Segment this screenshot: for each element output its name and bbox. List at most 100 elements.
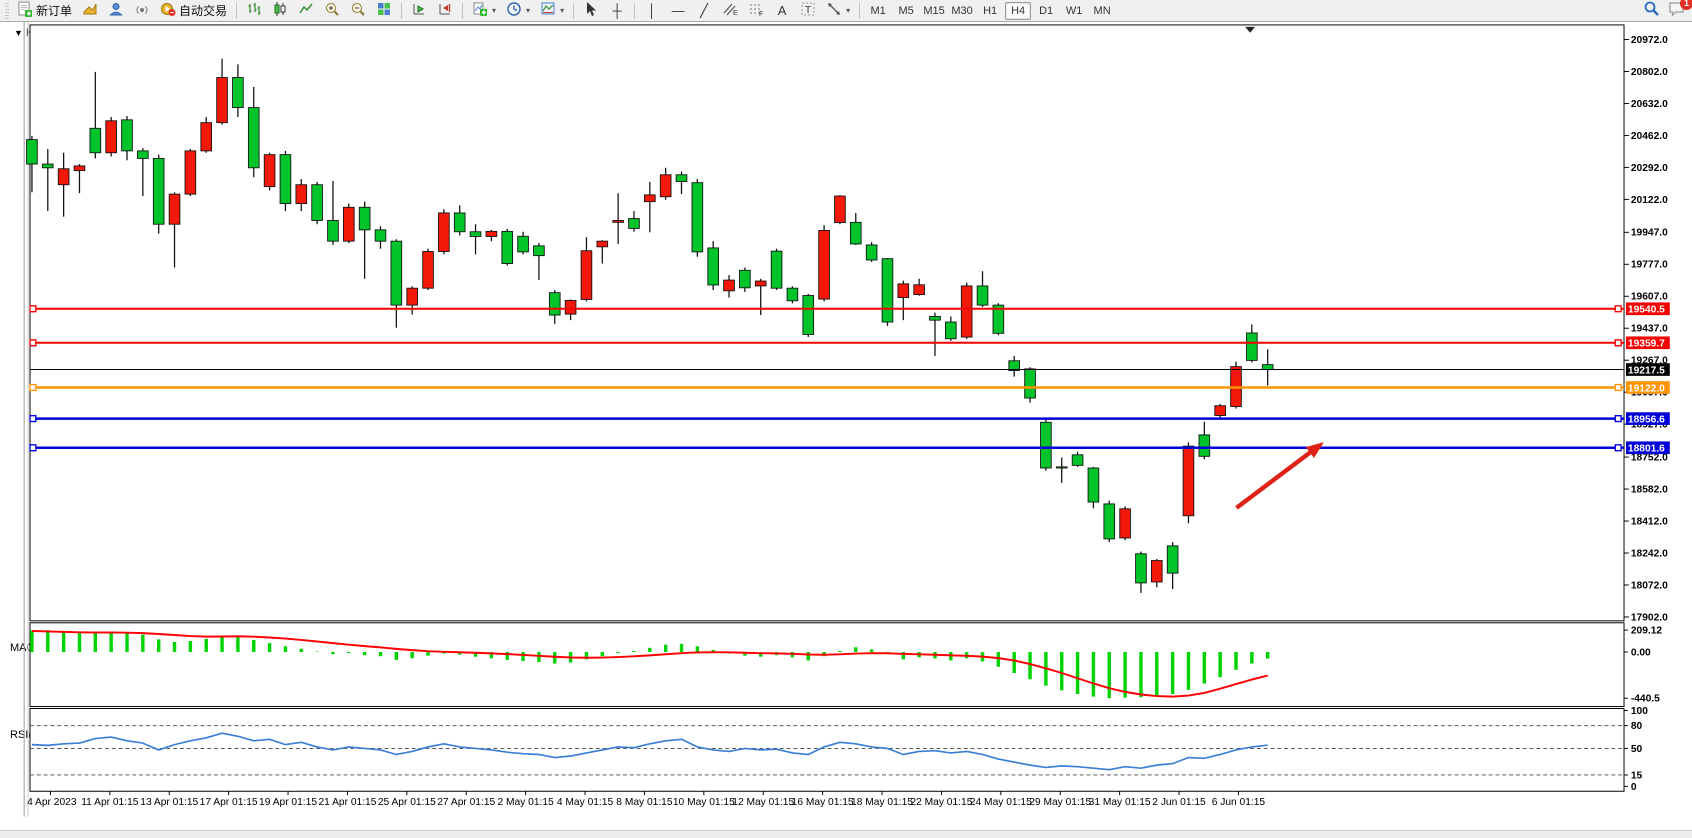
candle-body[interactable] (296, 185, 307, 204)
crosshair-tool-button[interactable]: ┼ (604, 1, 630, 21)
new-order-button[interactable]: 新订单 (12, 1, 77, 21)
candle-body[interactable] (1041, 422, 1052, 468)
candle-body[interactable] (1088, 468, 1099, 502)
candle-body[interactable] (1072, 455, 1083, 466)
hline-anchor[interactable] (1615, 340, 1621, 346)
timeframe-button-h4[interactable]: H4 (1005, 2, 1031, 20)
candle-body[interactable] (724, 280, 735, 291)
candle-body[interactable] (312, 185, 323, 221)
candle-body[interactable] (914, 285, 925, 295)
candle-body[interactable] (581, 251, 592, 300)
channel-tool-button[interactable]: E (717, 1, 743, 21)
candle-body[interactable] (1120, 509, 1131, 538)
candle-body[interactable] (597, 241, 608, 247)
candle-body[interactable] (502, 231, 513, 263)
timeframe-button-w1[interactable]: W1 (1061, 2, 1087, 20)
candle-body[interactable] (423, 252, 434, 289)
candle-body[interactable] (280, 155, 291, 204)
bar-chart-mode-button[interactable] (241, 1, 267, 21)
candle-body[interactable] (676, 175, 687, 182)
timeframe-button-d1[interactable]: D1 (1033, 2, 1059, 20)
hline-anchor[interactable] (30, 445, 36, 451)
candle-body[interactable] (248, 108, 259, 168)
candle-body[interactable] (850, 222, 861, 244)
text-tool-button[interactable]: A (769, 1, 795, 21)
candle-body[interactable] (945, 322, 956, 339)
timeframe-button-mn[interactable]: MN (1089, 2, 1115, 20)
candle-body[interactable] (122, 120, 133, 151)
candle-body[interactable] (1025, 369, 1036, 398)
cursor-tool-button[interactable] (578, 1, 604, 21)
chart-shift-button[interactable] (406, 1, 432, 21)
profile-button[interactable] (103, 1, 129, 21)
candle-body[interactable] (1056, 467, 1067, 468)
indicators-button[interactable]: ▾ (467, 1, 501, 21)
candle-body[interactable] (407, 288, 418, 305)
candle-body[interactable] (343, 207, 354, 241)
candle-body[interactable] (755, 281, 766, 286)
candle-body[interactable] (90, 128, 101, 152)
candle-body[interactable] (977, 286, 988, 305)
candle-body[interactable] (58, 169, 69, 185)
timeframe-button-m1[interactable]: M1 (865, 2, 891, 20)
candle-body[interactable] (486, 231, 497, 236)
candle-body[interactable] (42, 164, 53, 168)
auto-scroll-button[interactable] (432, 1, 458, 21)
hline-anchor[interactable] (30, 340, 36, 346)
candle-body[interactable] (534, 246, 545, 256)
candle-body[interactable] (866, 245, 877, 260)
candle-body[interactable] (613, 220, 624, 222)
arrows-tool-button[interactable]: ▾ (821, 1, 855, 21)
candle-body[interactable] (898, 284, 909, 298)
hline-anchor[interactable] (1615, 306, 1621, 312)
timeframe-button-m15[interactable]: M15 (921, 2, 947, 20)
candle-body[interactable] (454, 213, 465, 232)
candle-body[interactable] (328, 220, 339, 241)
candle-body[interactable] (375, 230, 386, 241)
candle-body[interactable] (439, 213, 450, 252)
candle-body[interactable] (660, 175, 671, 197)
candle-body[interactable] (882, 259, 893, 322)
candle-body[interactable] (565, 300, 576, 314)
candle-body[interactable] (787, 288, 798, 301)
auto-trading-button[interactable]: 自动交易 (155, 1, 232, 21)
candle-body[interactable] (1167, 546, 1178, 573)
chart-canvas[interactable]: 20972.020802.020632.020462.020292.020122… (0, 22, 1692, 838)
candle-body[interactable] (264, 155, 275, 187)
candle-body[interactable] (1151, 561, 1162, 582)
candle-body[interactable] (644, 195, 655, 202)
candle-body[interactable] (137, 151, 148, 159)
trendline-tool-button[interactable]: ╱ (691, 1, 717, 21)
candle-body[interactable] (233, 78, 244, 108)
candle-body[interactable] (1199, 435, 1210, 456)
candle-body[interactable] (106, 121, 117, 153)
candle-body[interactable] (930, 316, 941, 320)
candle-body[interactable] (708, 248, 719, 285)
horizontal-line-tool-button[interactable]: — (665, 1, 691, 21)
text-label-tool-button[interactable]: T (795, 1, 821, 21)
candle-body[interactable] (803, 296, 814, 335)
hline-anchor[interactable] (30, 385, 36, 391)
candle-body[interactable] (1183, 446, 1194, 516)
timeframe-button-h1[interactable]: H1 (977, 2, 1003, 20)
candle-body[interactable] (1104, 504, 1115, 539)
timeframe-button-m5[interactable]: M5 (893, 2, 919, 20)
candle-body[interactable] (835, 196, 846, 223)
candle-body[interactable] (74, 166, 85, 171)
candle-body[interactable] (692, 183, 703, 252)
hline-anchor[interactable] (1615, 416, 1621, 422)
zoom-in-button[interactable] (319, 1, 345, 21)
tile-windows-button[interactable] (371, 1, 397, 21)
candle-body[interactable] (1215, 406, 1226, 416)
candle-body[interactable] (518, 236, 529, 252)
candle-body[interactable] (391, 241, 402, 305)
time-axis[interactable]: 4 Apr 202311 Apr 01:1513 Apr 01:1517 Apr… (27, 791, 1265, 808)
fibonacci-tool-button[interactable]: F (743, 1, 769, 21)
chat-button[interactable]: 1 (1668, 1, 1686, 22)
charts-button[interactable] (77, 1, 103, 21)
hline-anchor[interactable] (30, 306, 36, 312)
candlestick-mode-button[interactable] (267, 1, 293, 21)
candle-body[interactable] (1136, 554, 1147, 583)
timeframe-button-m30[interactable]: M30 (949, 2, 975, 20)
candle-body[interactable] (629, 219, 640, 229)
